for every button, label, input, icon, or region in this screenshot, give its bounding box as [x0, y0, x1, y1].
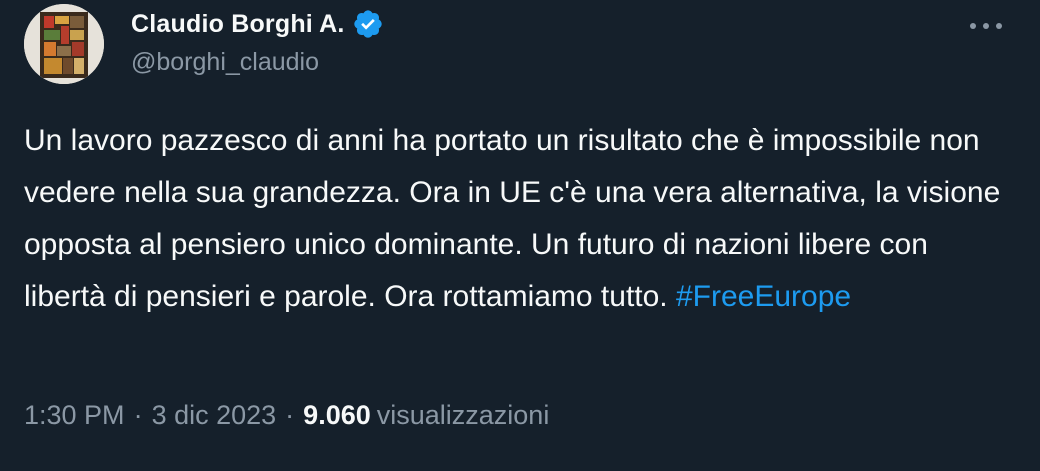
tweet: Claudio Borghi A. @borghi_claudio Un lav…	[0, 0, 1040, 471]
views-count[interactable]: 9.060	[303, 400, 371, 431]
avatar-image	[24, 4, 104, 84]
views-label: visualizzazioni	[376, 400, 550, 430]
tweet-time[interactable]: 1:30 PM	[24, 400, 125, 431]
more-dot	[983, 23, 989, 29]
verified-badge-icon[interactable]	[352, 8, 384, 40]
meta-separator: ·	[133, 400, 143, 430]
tweet-metadata: 1:30 PM · 3 dic 2023 · 9.060 visualizzaz…	[24, 400, 549, 431]
avatar[interactable]	[24, 4, 104, 84]
more-horizontal-icon[interactable]	[970, 14, 1002, 38]
author-handle[interactable]: @borghi_claudio	[131, 48, 319, 77]
author-name-row: Claudio Borghi A.	[131, 6, 384, 42]
tweet-text: Un lavoro pazzesco di anni ha portato un…	[24, 115, 1014, 323]
author-display-name[interactable]: Claudio Borghi A.	[131, 10, 345, 39]
more-dot	[996, 23, 1002, 29]
more-dot	[970, 23, 976, 29]
tweet-date[interactable]: 3 dic 2023	[152, 400, 277, 431]
hashtag-link[interactable]: #FreeEurope	[676, 280, 851, 313]
meta-separator: ·	[285, 400, 295, 430]
tweet-body: Un lavoro pazzesco di anni ha portato un…	[24, 124, 1001, 313]
